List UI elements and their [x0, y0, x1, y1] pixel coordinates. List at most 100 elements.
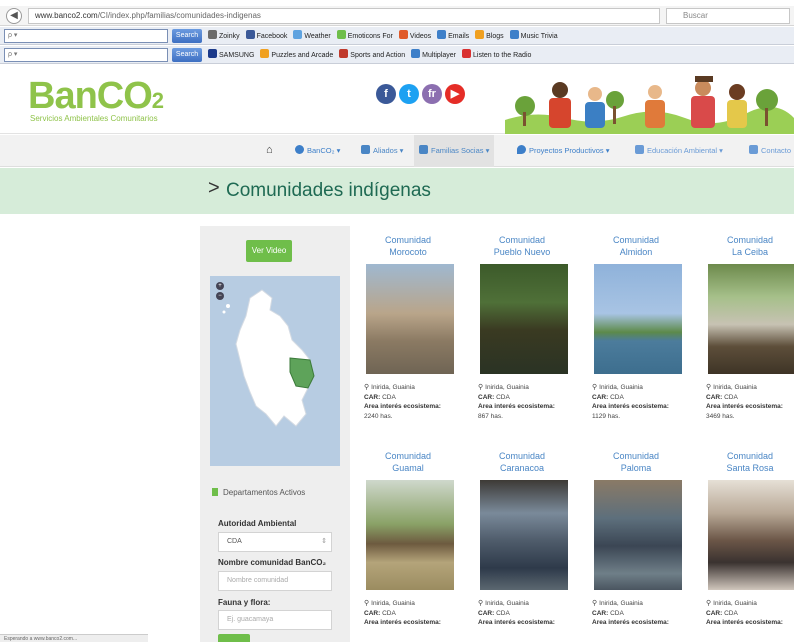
toolbar-1-link-icon: [398, 30, 408, 39]
community-photo[interactable]: [480, 264, 568, 374]
community-name-link[interactable]: Comunidad Santa Rosa: [702, 450, 794, 476]
toolbar-1-link[interactable]: Videos: [398, 30, 432, 40]
contact-icon: [749, 145, 758, 154]
community-name-line2: Guamal: [392, 463, 424, 473]
home-icon[interactable]: ⌂: [266, 144, 273, 156]
location-pin-icon: ⚲: [592, 600, 598, 607]
community-card[interactable]: Comunidad Morocoto ⚲ Inirida, Guainia CAR: C…: [360, 234, 456, 421]
toolbar-1-link[interactable]: Blogs: [475, 30, 504, 40]
toolbar-2-link[interactable]: Multiplayer: [411, 49, 456, 59]
back-button[interactable]: ◀: [6, 8, 22, 24]
nav-item-proyectos[interactable]: Proyectos Productivos ▾: [512, 135, 614, 167]
chevron-right-icon: >: [208, 177, 220, 199]
community-photo[interactable]: [366, 480, 454, 590]
flickr-icon[interactable]: fr: [422, 84, 442, 104]
community-photo[interactable]: [480, 480, 568, 590]
community-name-link[interactable]: Comunidad Morocoto: [360, 234, 456, 260]
community-card[interactable]: Comunidad Paloma ⚲ Inirida, Guainia CAR: CDA…: [588, 450, 684, 628]
community-car: CDA: [610, 609, 624, 617]
community-card[interactable]: Comunidad Caranacoa ⚲ Inirida, Guainia CAR: …: [474, 450, 570, 628]
toolbar-1-link[interactable]: Emails: [437, 30, 469, 40]
fauna-flora-input[interactable]: Ej. guacamaya: [218, 610, 332, 630]
nav-item-aliados[interactable]: Aliados ▾: [356, 135, 408, 167]
nav-item-aliados-label: Aliados ▾: [373, 146, 404, 155]
toolbar-1-link-label: Videos: [409, 33, 432, 40]
toolbar-1-link[interactable]: Zoinky: [208, 30, 240, 40]
community-label: Nombre comunidad BanCO₂: [218, 558, 327, 567]
toolbar-1-link[interactable]: Emoticons For: [336, 30, 393, 40]
toolbar-1-link-label: Music Trivia: [520, 33, 558, 40]
community-meta: ⚲ Inirida, Guainia CAR: CDA Area interés ec…: [702, 383, 794, 421]
community-name-link[interactable]: Comunidad Almidon: [588, 234, 684, 260]
fauna-placeholder: Ej. guacamaya: [227, 616, 274, 623]
youtube-icon[interactable]: ▶: [445, 84, 465, 104]
colombia-map[interactable]: + −: [210, 276, 340, 466]
area-label: Area interés ecosistema:: [592, 403, 669, 410]
toolbar-1-link-icon: [475, 30, 485, 39]
community-area: 867 has.: [478, 412, 503, 420]
community-meta: ⚲ Inirida, Guainia CAR: CDA Area interés ec…: [360, 383, 456, 421]
facebook-icon[interactable]: f: [376, 84, 396, 104]
community-card[interactable]: Comunidad Almidon ⚲ Inirida, Guainia CAR: CD…: [588, 234, 684, 421]
zoom-in-icon[interactable]: +: [216, 282, 224, 290]
toolbar-1-input[interactable]: ρ ▾: [4, 29, 168, 43]
community-photo[interactable]: [708, 264, 794, 374]
authority-select[interactable]: CDA ⇕: [218, 532, 332, 552]
community-name-link[interactable]: Comunidad Pueblo Nuevo: [474, 234, 570, 260]
location-pin-icon: ⚲: [478, 600, 484, 607]
toolbar-2-input[interactable]: ρ ▾: [4, 48, 168, 62]
main-nav: ⌂ BanCO₂ ▾ Aliados ▾ Familias Socias ▾ P…: [0, 135, 794, 167]
toolbar-2-link-label: Sports and Action: [350, 52, 406, 59]
car-label: CAR:: [364, 609, 381, 617]
legend-swatch: [212, 488, 218, 496]
search-button[interactable]: [218, 634, 250, 642]
nav-item-contacto[interactable]: Contacto: [744, 135, 794, 167]
area-label: Area interés ecosistema:: [364, 619, 441, 626]
site-header: BanCO2 Servicios Ambientales Comunitario…: [0, 64, 794, 134]
toolbar-2-link-icon: [462, 49, 472, 58]
community-name-link[interactable]: Comunidad Paloma: [588, 450, 684, 476]
toolbar-1-link[interactable]: Music Trivia: [509, 30, 558, 40]
nav-item-familias[interactable]: Familias Socias ▾: [414, 135, 495, 167]
toolbar-1-link-icon: [245, 30, 255, 39]
location-pin-icon: ⚲: [706, 384, 712, 391]
nav-item-banco2[interactable]: BanCO₂ ▾: [290, 135, 345, 167]
car-label: CAR:: [706, 609, 723, 617]
location-pin-icon: ⚲: [592, 384, 598, 391]
community-name-input[interactable]: Nombre comunidad: [218, 571, 332, 591]
toolbar-2-link[interactable]: Puzzles and Arcade: [260, 49, 333, 59]
video-button[interactable]: Ver Video: [246, 240, 292, 262]
community-photo[interactable]: [594, 264, 682, 374]
community-card[interactable]: Comunidad Santa Rosa ⚲ Inirida, Guainia CAR:…: [702, 450, 794, 628]
toolbar-2-search-button[interactable]: Search: [172, 48, 202, 62]
community-name-link[interactable]: Comunidad Guamal: [360, 450, 456, 476]
toolbar-1-link[interactable]: Weather: [293, 30, 331, 40]
browser-search-field[interactable]: Buscar: [666, 8, 790, 24]
community-name-line2: Santa Rosa: [726, 463, 774, 473]
community-name-line1: Comunidad: [498, 235, 546, 245]
community-card[interactable]: Comunidad La Ceiba ⚲ Inirida, Guainia CAR: C…: [702, 234, 794, 421]
map-legend: Departamentos Activos: [212, 488, 305, 497]
community-photo[interactable]: [594, 480, 682, 590]
area-label: Area interés ecosistema:: [478, 403, 555, 410]
zoom-out-icon[interactable]: −: [216, 292, 224, 300]
nav-item-educacion[interactable]: Educación Ambiental ▾: [630, 135, 728, 167]
community-name-line2: Paloma: [620, 463, 652, 473]
toolbar-2-link[interactable]: Listen to the Radio: [462, 49, 531, 59]
community-name-line1: Comunidad: [726, 451, 774, 461]
url-field[interactable]: www.banco2.com/CI/index.php/familias/com…: [28, 8, 660, 24]
community-photo[interactable]: [366, 264, 454, 374]
twitter-icon[interactable]: t: [399, 84, 419, 104]
community-photo[interactable]: [708, 480, 794, 590]
globe-icon: [295, 145, 304, 154]
community-card[interactable]: Comunidad Guamal ⚲ Inirida, Guainia CAR: CDA…: [360, 450, 456, 628]
community-card[interactable]: Comunidad Pueblo Nuevo ⚲ Inirida, Guainia CA…: [474, 234, 570, 421]
community-name-link[interactable]: Comunidad La Ceiba: [702, 234, 794, 260]
toolbar-1-search-button[interactable]: Search: [172, 29, 202, 43]
community-name-link[interactable]: Comunidad Caranacoa: [474, 450, 570, 476]
toolbar-2-link-label: SAMSUNG: [219, 52, 255, 59]
toolbar-1-link[interactable]: Facebook: [245, 30, 287, 40]
toolbar-2-link[interactable]: SAMSUNG: [208, 49, 255, 59]
community-location: Inirida, Guainia: [713, 384, 757, 391]
toolbar-2-link[interactable]: Sports and Action: [339, 49, 406, 59]
